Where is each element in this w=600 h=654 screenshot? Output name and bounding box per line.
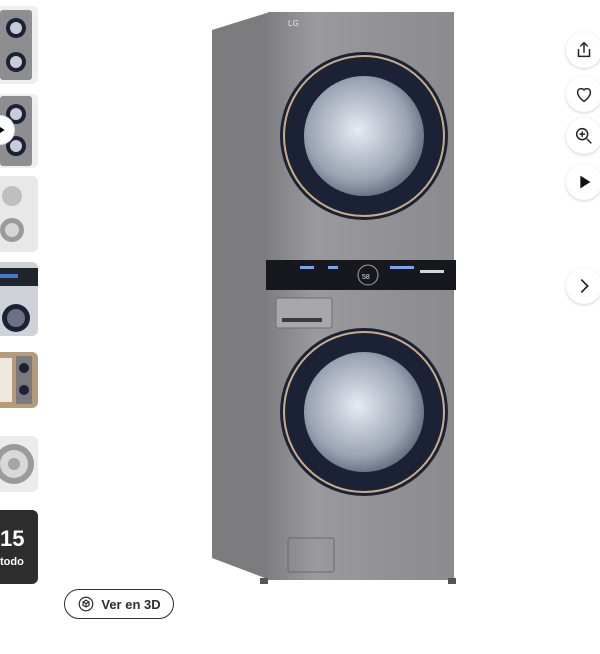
thumbnail-control-panel[interactable] bbox=[0, 262, 38, 336]
brand-logo: LG bbox=[288, 19, 299, 28]
share-button[interactable] bbox=[566, 32, 600, 68]
thumbnail-detail[interactable] bbox=[0, 176, 38, 252]
more-images-label: todo bbox=[0, 556, 24, 568]
more-images-count: 15 bbox=[0, 526, 25, 551]
thumbnail-front[interactable] bbox=[0, 6, 38, 84]
favorite-button[interactable] bbox=[566, 76, 600, 112]
next-image-button[interactable] bbox=[566, 268, 600, 304]
chevron-right-icon bbox=[580, 278, 589, 294]
thumbnail-view-all[interactable]: 15 todo bbox=[0, 510, 38, 584]
thumbnail-room[interactable] bbox=[0, 352, 38, 408]
zoom-in-icon bbox=[575, 127, 592, 144]
thumbnail-drum[interactable] bbox=[0, 436, 38, 492]
play-icon bbox=[580, 175, 591, 189]
view-3d-label: Ver en 3D bbox=[101, 596, 161, 612]
display-reading: 58 bbox=[362, 274, 370, 281]
view-3d-button[interactable]: Ver en 3D bbox=[64, 589, 174, 619]
cube-3d-icon bbox=[79, 596, 94, 612]
video-button[interactable] bbox=[566, 164, 600, 200]
zoom-button[interactable] bbox=[566, 118, 600, 154]
product-main-image[interactable]: LG 58 bbox=[200, 0, 470, 600]
heart-icon bbox=[576, 87, 592, 103]
share-icon bbox=[577, 41, 591, 58]
